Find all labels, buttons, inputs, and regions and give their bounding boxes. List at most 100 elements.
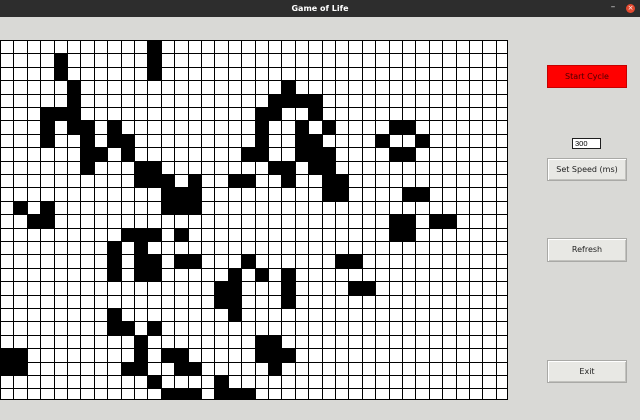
live-cell[interactable]	[174, 187, 189, 202]
dead-cell[interactable]	[348, 362, 363, 376]
live-cell[interactable]	[121, 321, 135, 336]
dead-cell[interactable]	[308, 201, 323, 215]
dead-cell[interactable]	[27, 308, 41, 322]
dead-cell[interactable]	[67, 241, 81, 255]
dead-cell[interactable]	[188, 335, 202, 349]
dead-cell[interactable]	[201, 120, 215, 135]
dead-cell[interactable]	[348, 388, 363, 400]
dead-cell[interactable]	[442, 201, 457, 215]
dead-cell[interactable]	[335, 107, 349, 121]
dead-cell[interactable]	[456, 228, 470, 242]
dead-cell[interactable]	[281, 40, 296, 54]
dead-cell[interactable]	[214, 362, 229, 376]
dead-cell[interactable]	[40, 348, 55, 363]
dead-cell[interactable]	[174, 40, 189, 54]
dead-cell[interactable]	[228, 134, 242, 148]
dead-cell[interactable]	[147, 120, 162, 135]
dead-cell[interactable]	[67, 147, 81, 162]
dead-cell[interactable]	[27, 321, 41, 336]
dead-cell[interactable]	[54, 187, 68, 202]
dead-cell[interactable]	[201, 295, 215, 309]
dead-cell[interactable]	[429, 120, 443, 135]
dead-cell[interactable]	[228, 161, 242, 175]
dead-cell[interactable]	[281, 53, 296, 68]
dead-cell[interactable]	[348, 107, 363, 121]
dead-cell[interactable]	[107, 201, 122, 215]
dead-cell[interactable]	[442, 174, 457, 188]
dead-cell[interactable]	[362, 120, 376, 135]
dead-cell[interactable]	[94, 335, 108, 349]
dead-cell[interactable]	[496, 161, 508, 175]
dead-cell[interactable]	[375, 241, 390, 255]
dead-cell[interactable]	[40, 53, 55, 68]
dead-cell[interactable]	[402, 348, 416, 363]
dead-cell[interactable]	[201, 161, 215, 175]
dead-cell[interactable]	[415, 120, 430, 135]
dead-cell[interactable]	[415, 147, 430, 162]
live-cell[interactable]	[214, 375, 229, 389]
dead-cell[interactable]	[375, 388, 390, 400]
speed-input[interactable]	[572, 138, 601, 149]
dead-cell[interactable]	[94, 254, 108, 269]
dead-cell[interactable]	[134, 308, 148, 322]
dead-cell[interactable]	[0, 295, 14, 309]
dead-cell[interactable]	[147, 362, 162, 376]
dead-cell[interactable]	[429, 268, 443, 282]
set-speed-button[interactable]: Set Speed (ms)	[547, 158, 627, 181]
dead-cell[interactable]	[27, 268, 41, 282]
dead-cell[interactable]	[335, 362, 349, 376]
live-cell[interactable]	[188, 388, 202, 400]
dead-cell[interactable]	[295, 40, 309, 54]
dead-cell[interactable]	[442, 147, 457, 162]
dead-cell[interactable]	[469, 308, 483, 322]
live-cell[interactable]	[80, 161, 95, 175]
dead-cell[interactable]	[174, 321, 189, 336]
dead-cell[interactable]	[121, 67, 135, 81]
dead-cell[interactable]	[121, 161, 135, 175]
dead-cell[interactable]	[174, 134, 189, 148]
dead-cell[interactable]	[188, 147, 202, 162]
dead-cell[interactable]	[255, 40, 269, 54]
dead-cell[interactable]	[134, 214, 148, 229]
dead-cell[interactable]	[54, 321, 68, 336]
dead-cell[interactable]	[188, 214, 202, 229]
live-cell[interactable]	[415, 187, 430, 202]
dead-cell[interactable]	[80, 335, 95, 349]
dead-cell[interactable]	[121, 107, 135, 121]
dead-cell[interactable]	[469, 295, 483, 309]
live-cell[interactable]	[214, 388, 229, 400]
dead-cell[interactable]	[40, 241, 55, 255]
dead-cell[interactable]	[174, 308, 189, 322]
dead-cell[interactable]	[429, 67, 443, 81]
dead-cell[interactable]	[322, 388, 336, 400]
dead-cell[interactable]	[295, 187, 309, 202]
dead-cell[interactable]	[482, 241, 497, 255]
dead-cell[interactable]	[228, 228, 242, 242]
dead-cell[interactable]	[348, 120, 363, 135]
dead-cell[interactable]	[429, 147, 443, 162]
live-cell[interactable]	[295, 134, 309, 148]
dead-cell[interactable]	[214, 268, 229, 282]
live-cell[interactable]	[134, 335, 148, 349]
live-cell[interactable]	[228, 388, 242, 400]
dead-cell[interactable]	[402, 40, 416, 54]
dead-cell[interactable]	[469, 335, 483, 349]
dead-cell[interactable]	[0, 335, 14, 349]
dead-cell[interactable]	[161, 362, 175, 376]
dead-cell[interactable]	[67, 228, 81, 242]
live-cell[interactable]	[188, 362, 202, 376]
live-cell[interactable]	[54, 67, 68, 81]
dead-cell[interactable]	[147, 348, 162, 363]
dead-cell[interactable]	[80, 254, 95, 269]
live-cell[interactable]	[40, 214, 55, 229]
dead-cell[interactable]	[147, 308, 162, 322]
dead-cell[interactable]	[147, 201, 162, 215]
dead-cell[interactable]	[241, 335, 256, 349]
dead-cell[interactable]	[0, 134, 14, 148]
live-cell[interactable]	[281, 94, 296, 108]
live-cell[interactable]	[228, 308, 242, 322]
dead-cell[interactable]	[201, 228, 215, 242]
dead-cell[interactable]	[241, 214, 256, 229]
dead-cell[interactable]	[107, 40, 122, 54]
live-cell[interactable]	[0, 362, 14, 376]
